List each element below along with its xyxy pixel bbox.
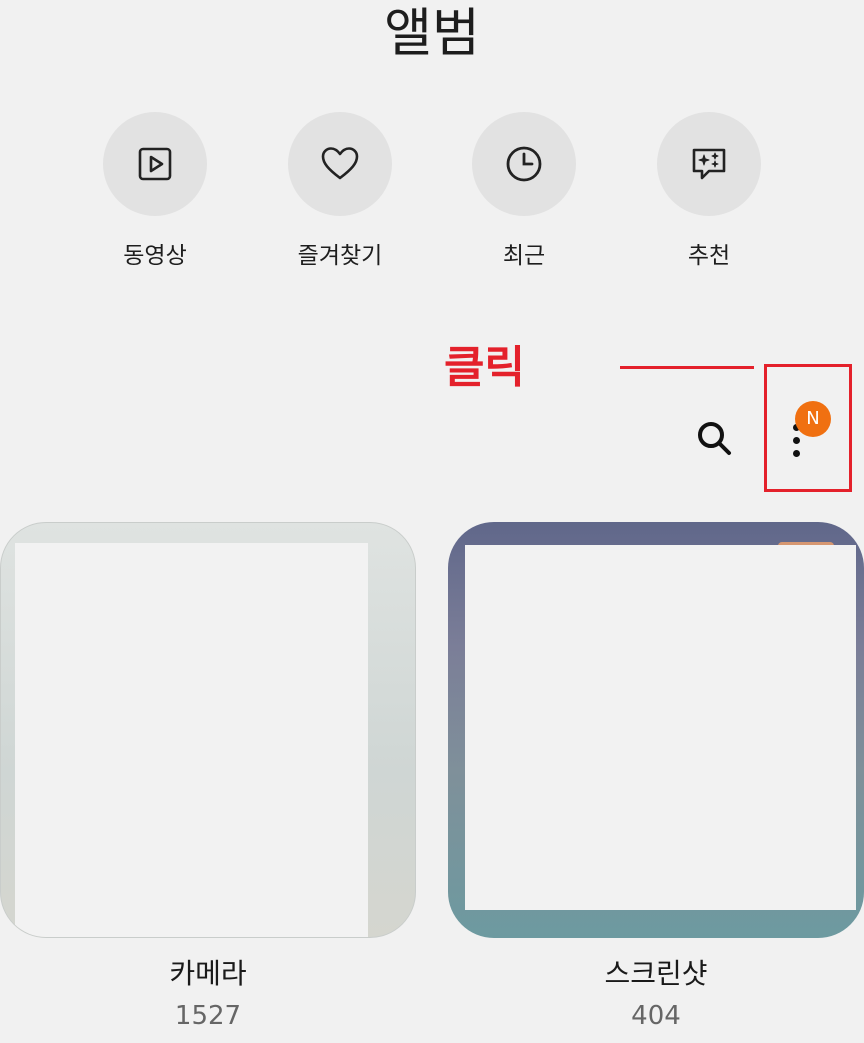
quick-favorites-button[interactable]: [288, 112, 392, 216]
quick-recent-label: 최근: [502, 243, 546, 269]
album-screenshots[interactable]: 스크린샷 404: [448, 522, 864, 1032]
quick-suggested[interactable]: 추천: [657, 112, 761, 270]
album-camera[interactable]: 카메라 1527: [0, 522, 416, 1032]
album-name: 카메라: [169, 957, 247, 990]
quick-suggested-label: 추천: [687, 243, 731, 269]
album-screen: 앨범 동영상 즐겨찾기 최근 추천 클릭 N 카메라 1527 스크린샷 404: [0, 0, 864, 1043]
search-icon: [698, 422, 731, 455]
more-vertical-icon-dot: [793, 450, 800, 457]
clock-icon: [506, 146, 542, 182]
quick-suggested-button[interactable]: [657, 112, 761, 216]
heart-icon: [321, 147, 359, 180]
quick-recent[interactable]: 최근: [472, 112, 576, 270]
video-icon: [138, 147, 172, 181]
sparkle-chat-icon: [692, 148, 726, 180]
click-annotation: 클릭: [444, 342, 525, 393]
quick-recent-button[interactable]: [472, 112, 576, 216]
album-thumbnail[interactable]: [448, 522, 864, 938]
page-title: 앨범: [384, 4, 480, 64]
album-photo: [465, 545, 856, 910]
more-vertical-icon-dot: [793, 437, 800, 444]
quick-favorites[interactable]: 즐겨찾기: [288, 112, 392, 270]
quick-videos-button[interactable]: [103, 112, 207, 216]
quick-favorites-label: 즐겨찾기: [297, 243, 383, 269]
annotation-pointer-line: [620, 366, 754, 369]
quick-videos-label: 동영상: [123, 243, 187, 269]
album-photo: [15, 543, 368, 937]
search-button[interactable]: [690, 414, 738, 462]
album-count: 404: [631, 1001, 681, 1031]
album-count: 1527: [174, 1001, 242, 1031]
album-name: 스크린샷: [604, 957, 708, 990]
quick-videos[interactable]: 동영상: [103, 112, 207, 270]
album-thumbnail[interactable]: [0, 522, 416, 938]
new-badge: N: [795, 401, 831, 437]
